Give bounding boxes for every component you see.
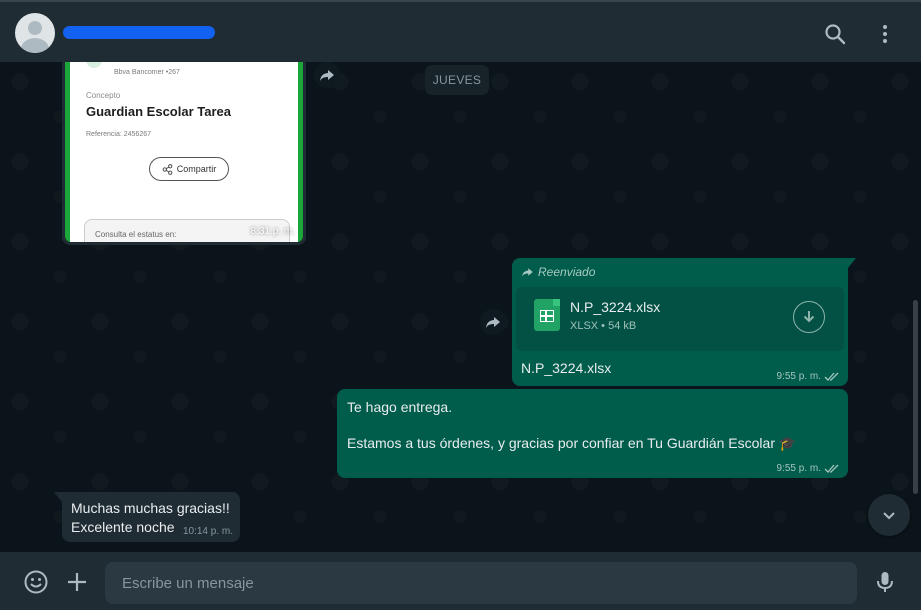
message-text-line: Muchas muchas gracias!! xyxy=(71,500,230,516)
chat-scrollbar[interactable] xyxy=(913,300,918,494)
attach-plus-icon[interactable] xyxy=(64,569,90,595)
message-input[interactable] xyxy=(105,562,857,604)
forwarded-icon xyxy=(522,268,533,277)
date-separator: JUEVES xyxy=(425,65,489,95)
chevron-down-icon xyxy=(883,512,895,520)
message-meta: 9:55 p. m. xyxy=(777,371,840,382)
scroll-to-bottom-button[interactable] xyxy=(868,494,910,536)
message-time: 9:55 p. m. xyxy=(776,463,821,474)
forward-button[interactable] xyxy=(314,62,340,88)
receipt-logo-shape xyxy=(86,62,102,68)
incoming-message-bubble[interactable]: Muchas muchas gracias!! Excelente noche … xyxy=(54,492,240,542)
message-time: 10:14 p. m. xyxy=(182,526,233,537)
search-icon[interactable] xyxy=(823,22,847,46)
receipt-concept-label: Concepto xyxy=(86,91,121,100)
message-text-line: Estamos a tus órdenes, y gracias por con… xyxy=(347,435,797,451)
message-time: 9:55 p. m. xyxy=(776,371,821,382)
receipt-share-label: Compartir xyxy=(176,164,217,174)
image-message-bubble[interactable]: Bbva Bancomer •267 Concepto Guardian Esc… xyxy=(62,62,306,245)
chat-messages-area[interactable]: Bbva Bancomer •267 Concepto Guardian Esc… xyxy=(0,62,921,552)
receipt-share-button: Compartir xyxy=(149,157,229,181)
forward-arrow-icon xyxy=(320,70,334,81)
receipt-bank: Bbva Bancomer •267 xyxy=(114,69,180,76)
forwarded-label: Reenviado xyxy=(538,265,596,279)
receipt-reference: Referencia: 2456267 xyxy=(86,131,151,138)
file-caption: N.P_3224.xlsx xyxy=(521,360,612,376)
share-icon xyxy=(162,163,173,175)
forward-arrow-icon xyxy=(486,317,500,328)
receipt-image[interactable]: Bbva Bancomer •267 Concepto Guardian Esc… xyxy=(65,62,303,242)
double-check-icon xyxy=(824,464,839,473)
download-icon xyxy=(803,311,815,323)
message-text-line: Excelente noche xyxy=(71,519,175,535)
message-text-line: Te hago entrega. xyxy=(347,399,453,415)
forward-button[interactable] xyxy=(480,309,506,335)
file-meta: XLSX • 54 kB xyxy=(570,320,637,332)
file-name: N.P_3224.xlsx xyxy=(570,299,661,315)
receipt-status-label: Consulta el estatus en: xyxy=(95,230,177,239)
file-message-bubble[interactable]: Reenviado N.P_3224.xlsx XLSX • 54 kB N.P… xyxy=(512,258,856,386)
contact-avatar[interactable] xyxy=(15,13,55,53)
contact-name-redacted[interactable] xyxy=(63,26,215,39)
avatar-head-shape xyxy=(28,21,42,35)
message-meta: 9:55 p. m. xyxy=(777,463,840,474)
emoji-icon[interactable] xyxy=(23,569,49,595)
receipt-concept: Guardian Escolar Tarea xyxy=(86,104,231,119)
message-time: 8:31 p. m. xyxy=(250,226,295,237)
compose-bar xyxy=(0,552,921,610)
download-button[interactable] xyxy=(793,301,825,333)
text-message-bubble[interactable]: Te hago entrega. Estamos a tus órdenes, … xyxy=(337,389,848,478)
forwarded-indicator: Reenviado xyxy=(521,265,595,279)
double-check-icon xyxy=(824,372,839,381)
chat-header xyxy=(0,0,921,62)
microphone-icon[interactable] xyxy=(872,569,898,595)
spreadsheet-file-icon xyxy=(534,299,560,331)
receipt-body: Bbva Bancomer •267 Concepto Guardian Esc… xyxy=(70,62,298,242)
spreadsheet-grid-shape xyxy=(540,310,554,322)
file-attachment[interactable]: N.P_3224.xlsx XLSX • 54 kB xyxy=(516,287,844,351)
avatar-body-shape xyxy=(21,38,49,53)
menu-dots-icon[interactable] xyxy=(873,22,897,46)
